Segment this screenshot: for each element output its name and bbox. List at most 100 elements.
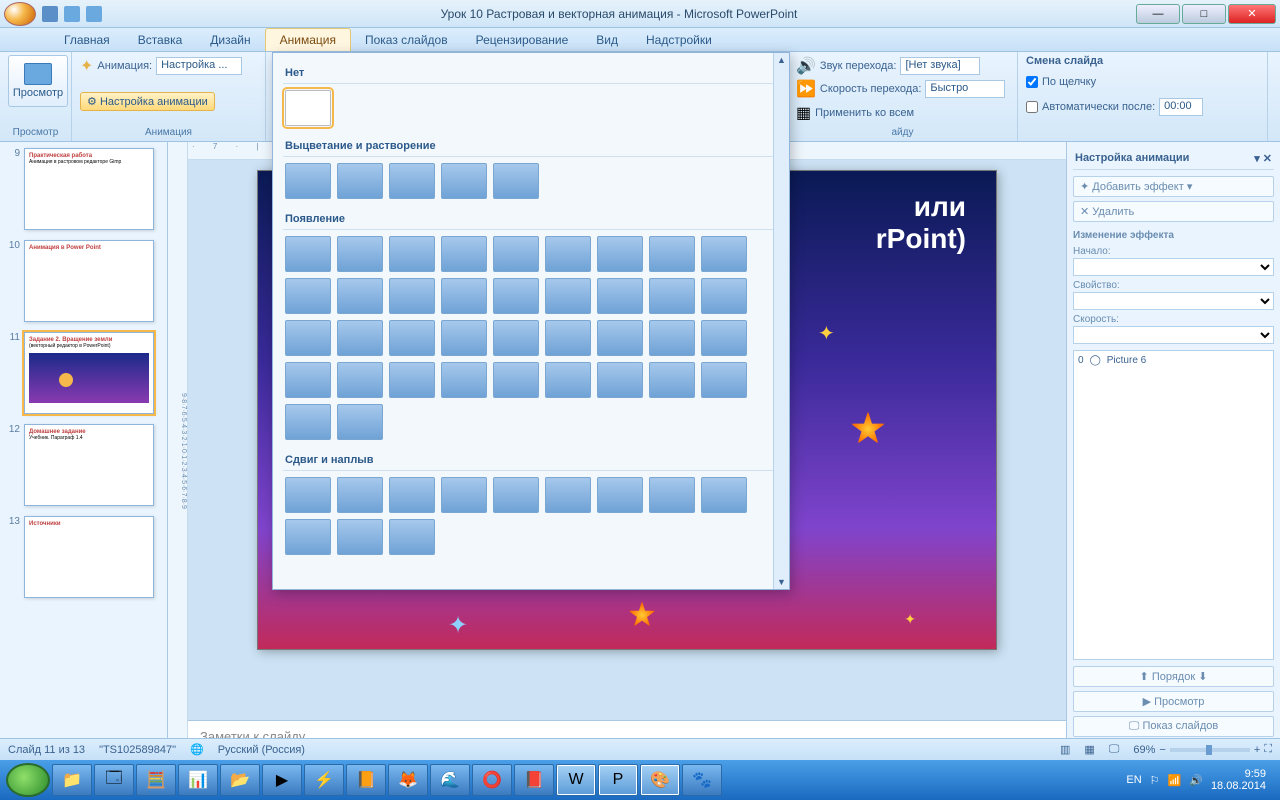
system-tray[interactable]: EN ⚐ 📶 🔊 9:5918.08.2014: [1126, 768, 1274, 792]
office-button[interactable]: [4, 2, 36, 26]
tray-lang[interactable]: EN: [1126, 774, 1141, 786]
preview-button[interactable]: Просмотр: [8, 55, 68, 107]
remove-effect-button[interactable]: ✕ Удалить: [1073, 201, 1274, 222]
effect-speed-dropdown[interactable]: [1073, 326, 1274, 344]
zoom-out-icon[interactable]: −: [1159, 744, 1165, 756]
transition-item[interactable]: [493, 278, 539, 314]
slide-thumbnail[interactable]: Источники: [24, 516, 154, 598]
view-slideshow-icon[interactable]: 🖵: [1109, 743, 1120, 756]
transition-item[interactable]: [337, 519, 383, 555]
transition-item[interactable]: [441, 163, 487, 199]
transition-item[interactable]: [389, 477, 435, 513]
animation-settings-button[interactable]: ⚙ Настройка анимации: [80, 92, 215, 111]
transition-item[interactable]: [285, 236, 331, 272]
taskbar-app-icon[interactable]: 🧮: [136, 764, 176, 796]
zoom-in-icon[interactable]: +: [1254, 744, 1260, 756]
view-sorter-icon[interactable]: ▦: [1084, 743, 1094, 756]
taskbar-chrome-icon[interactable]: ⭕: [472, 764, 512, 796]
transition-item[interactable]: [389, 519, 435, 555]
transition-item[interactable]: [493, 477, 539, 513]
taskbar-explorer-icon[interactable]: 📁: [52, 764, 92, 796]
transition-item[interactable]: [597, 278, 643, 314]
taskbar-firefox-icon[interactable]: 🦊: [388, 764, 428, 796]
transition-item[interactable]: [337, 362, 383, 398]
apply-all-button[interactable]: Применить ко всем: [815, 107, 914, 119]
tab-review[interactable]: Рецензирование: [462, 29, 583, 51]
transition-item[interactable]: [493, 362, 539, 398]
transition-item[interactable]: [337, 320, 383, 356]
transition-item[interactable]: [649, 320, 695, 356]
transition-item[interactable]: [597, 362, 643, 398]
transition-item[interactable]: [441, 320, 487, 356]
transition-item[interactable]: [389, 236, 435, 272]
transition-item[interactable]: [545, 236, 591, 272]
start-dropdown[interactable]: [1073, 258, 1274, 276]
transition-item[interactable]: [389, 320, 435, 356]
taskbar-app-icon[interactable]: 📊: [178, 764, 218, 796]
undo-icon[interactable]: [64, 6, 80, 22]
transition-item[interactable]: [285, 404, 331, 440]
transition-item[interactable]: [285, 278, 331, 314]
fit-icon[interactable]: ⛶: [1264, 743, 1272, 756]
scroll-up-icon[interactable]: ▲: [775, 53, 789, 67]
reorder-button[interactable]: ⬆ Порядок ⬇: [1073, 666, 1274, 687]
transition-item[interactable]: [441, 362, 487, 398]
auto-time-field[interactable]: 00:00: [1159, 98, 1203, 116]
taskbar-app-icon[interactable]: 🌊: [430, 764, 470, 796]
view-normal-icon[interactable]: ▥: [1060, 743, 1070, 756]
slide-thumbnail[interactable]: Домашнее заданиеУчебник. Параграф 1.4: [24, 424, 154, 506]
transition-item[interactable]: [597, 477, 643, 513]
transition-item[interactable]: [701, 320, 747, 356]
transition-item[interactable]: [285, 519, 331, 555]
property-dropdown[interactable]: [1073, 292, 1274, 310]
taskbar-folder-icon[interactable]: 📂: [220, 764, 260, 796]
redo-icon[interactable]: [86, 6, 102, 22]
transition-item[interactable]: [701, 236, 747, 272]
language-status[interactable]: Русский (Россия): [218, 744, 305, 756]
maximize-button[interactable]: □: [1182, 4, 1226, 24]
transition-item[interactable]: [649, 236, 695, 272]
tab-animation[interactable]: Анимация: [265, 28, 351, 51]
transition-item[interactable]: [597, 320, 643, 356]
slide-thumbnail[interactable]: Анимация в Power Point: [24, 240, 154, 322]
pane-close-icon[interactable]: ▾ ✕: [1254, 152, 1272, 165]
sound-dropdown[interactable]: [Нет звука]: [900, 57, 980, 75]
tray-network-icon[interactable]: 📶: [1168, 774, 1182, 787]
tab-addins[interactable]: Надстройки: [632, 29, 726, 51]
transition-item[interactable]: [285, 163, 331, 199]
transition-item[interactable]: [649, 362, 695, 398]
slide-thumbnail[interactable]: Практическая работаАнимация в растровом …: [24, 148, 154, 230]
transition-item[interactable]: [337, 278, 383, 314]
minimize-button[interactable]: —: [1136, 4, 1180, 24]
auto-after-checkbox[interactable]: [1026, 101, 1038, 113]
transition-item[interactable]: [701, 362, 747, 398]
taskbar-word-icon[interactable]: W: [556, 764, 596, 796]
transition-item[interactable]: [649, 477, 695, 513]
taskbar-winamp-icon[interactable]: ⚡: [304, 764, 344, 796]
transition-item[interactable]: [285, 362, 331, 398]
transition-item[interactable]: [337, 236, 383, 272]
transition-item[interactable]: [389, 163, 435, 199]
transition-item[interactable]: [545, 362, 591, 398]
transition-item[interactable]: [389, 362, 435, 398]
on-click-checkbox[interactable]: [1026, 76, 1038, 88]
taskbar-app-icon[interactable]: 🐾: [682, 764, 722, 796]
taskbar-media-icon[interactable]: ▶: [262, 764, 302, 796]
transition-item[interactable]: [701, 278, 747, 314]
tray-clock[interactable]: 9:5918.08.2014: [1211, 768, 1266, 792]
zoom-control[interactable]: 69% − + ⛶: [1133, 743, 1272, 756]
scroll-down-icon[interactable]: ▼: [775, 575, 789, 589]
gallery-scrollbar[interactable]: ▲ ▼: [773, 53, 789, 589]
transition-item[interactable]: [493, 320, 539, 356]
taskbar-gimp-icon[interactable]: 🎨: [640, 764, 680, 796]
transition-item[interactable]: [545, 320, 591, 356]
taskbar-powerpoint-icon[interactable]: P: [598, 764, 638, 796]
transition-item[interactable]: [285, 477, 331, 513]
transition-item[interactable]: [493, 236, 539, 272]
transition-item[interactable]: [441, 278, 487, 314]
add-effect-button[interactable]: ✦ Добавить эффект ▾: [1073, 176, 1274, 197]
save-icon[interactable]: [42, 6, 58, 22]
taskbar-app-icon[interactable]: 📙: [346, 764, 386, 796]
transition-none[interactable]: [285, 90, 331, 126]
transition-item[interactable]: [545, 477, 591, 513]
